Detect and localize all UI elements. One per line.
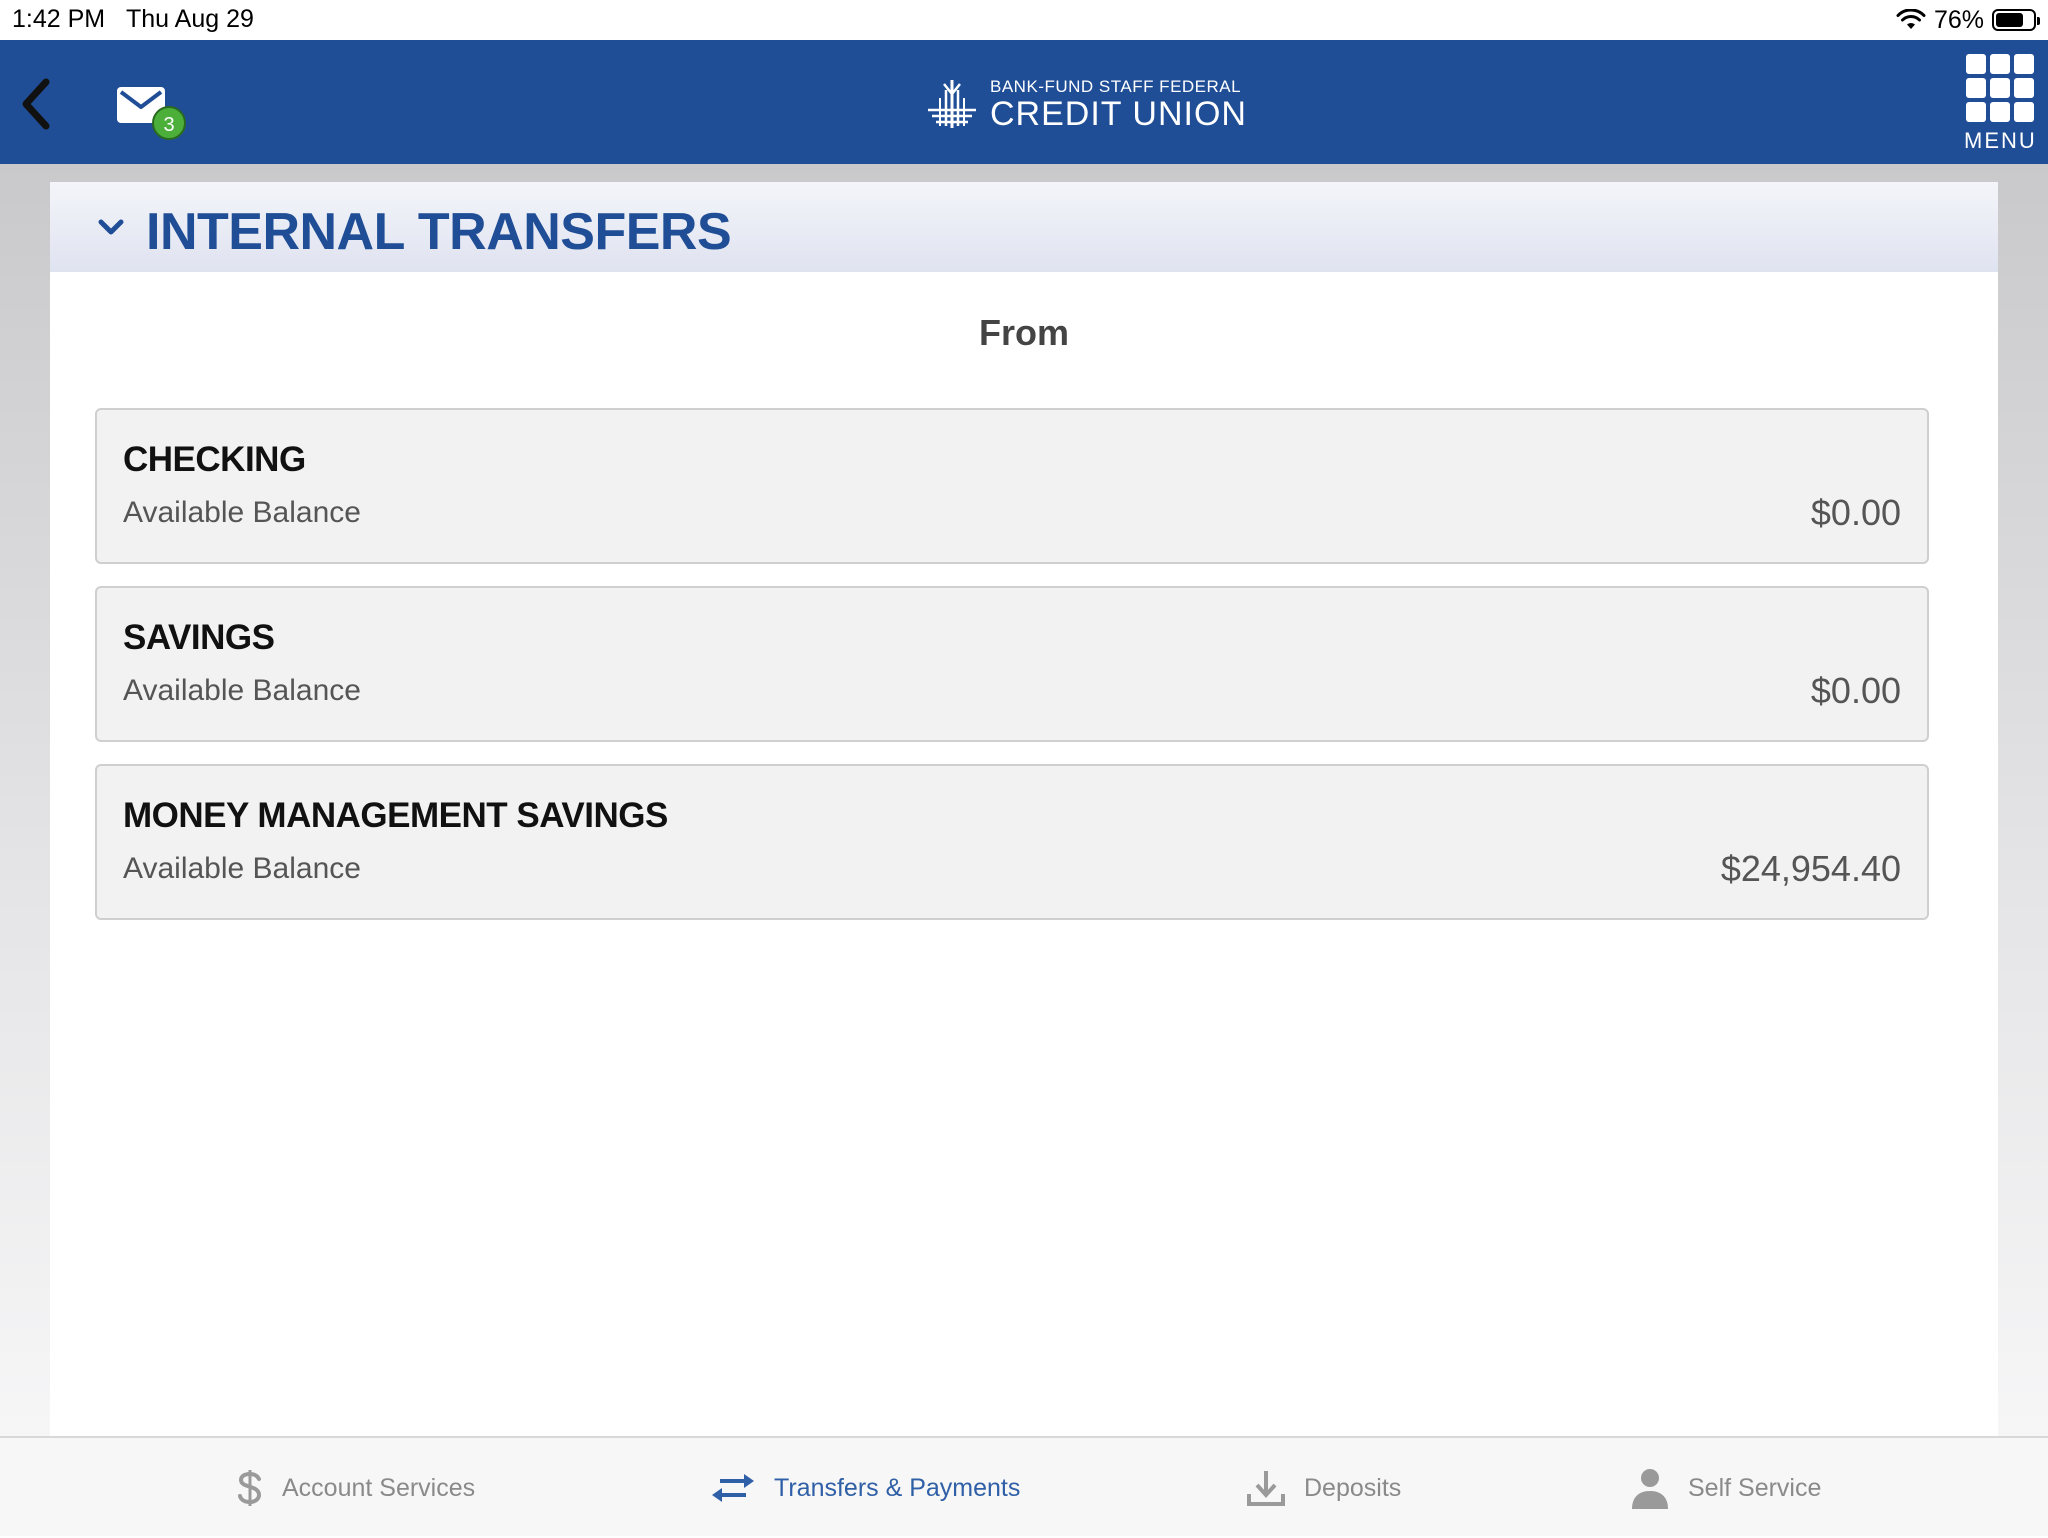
transfer-arrows-icon (712, 1474, 754, 1502)
tab-transfers-payments[interactable]: Transfers & Payments (710, 1438, 1020, 1538)
balance-amount: $0.00 (1810, 492, 1901, 533)
grid-menu-icon (1966, 54, 2034, 122)
menu-label: MENU (1964, 128, 2037, 153)
tab-account-services[interactable]: Account Services (236, 1438, 475, 1538)
app-header: 3 BANK-FUND STAFF FEDERAL CREDIT UNION M… (0, 40, 2048, 164)
battery-icon (1992, 9, 2040, 31)
status-bar: 1:42 PM Thu Aug 29 76% (0, 0, 2048, 40)
section-header[interactable]: INTERNAL TRANSFERS (50, 182, 1998, 272)
tab-label: Self Service (1688, 1473, 1822, 1502)
account-savings[interactable]: SAVINGS Available Balance $0.00 (95, 586, 1929, 742)
menu-button[interactable]: MENU (1964, 54, 2036, 154)
account-money-management-savings[interactable]: MONEY MANAGEMENT SAVINGS Available Balan… (95, 764, 1929, 920)
back-arrow-icon[interactable] (16, 74, 56, 134)
bottom-tab-bar: Account Services Transfers & Payments De… (0, 1436, 2048, 1536)
status-right: 76% (1896, 5, 2040, 35)
dollar-icon (238, 1470, 262, 1506)
tab-self-service[interactable]: Self Service (1630, 1438, 1821, 1538)
tab-label: Account Services (282, 1473, 476, 1502)
account-name: SAVINGS (123, 618, 275, 657)
account-name: MONEY MANAGEMENT SAVINGS (123, 796, 668, 835)
status-time: 1:42 PM (12, 5, 106, 33)
tab-label: Transfers & Payments (774, 1473, 1021, 1502)
tab-deposits[interactable]: Deposits (1246, 1438, 1401, 1538)
wifi-icon (1896, 9, 1926, 29)
balance-amount: $0.00 (1810, 670, 1901, 711)
logo-line1: BANK-FUND STAFF FEDERAL (990, 76, 1242, 96)
section-title: INTERNAL TRANSFERS (146, 203, 732, 261)
chevron-down-icon[interactable] (96, 216, 126, 238)
download-icon (1247, 1471, 1285, 1506)
balance-label: Available Balance (123, 496, 361, 529)
tab-label: Deposits (1304, 1473, 1402, 1502)
person-icon (1632, 1469, 1668, 1509)
battery-percent: 76% (1933, 5, 1984, 34)
credit-union-logo: BANK-FUND STAFF FEDERAL CREDIT UNION (924, 74, 1247, 134)
balance-label: Available Balance (123, 852, 361, 885)
from-heading: From (979, 312, 1069, 353)
status-date: Thu Aug 29 (126, 5, 254, 33)
balance-amount: $24,954.40 (1720, 848, 1901, 889)
transfer-panel: INTERNAL TRANSFERS From CHECKING Availab… (50, 182, 1998, 1436)
mail-badge[interactable]: 3 (152, 106, 186, 140)
logo-mark-icon (928, 80, 976, 128)
balance-label: Available Balance (123, 674, 361, 707)
account-name: CHECKING (123, 440, 306, 479)
battery-fill (1996, 13, 2024, 27)
logo-line2: CREDIT UNION (990, 94, 1247, 133)
account-checking[interactable]: CHECKING Available Balance $0.00 (95, 408, 1929, 564)
